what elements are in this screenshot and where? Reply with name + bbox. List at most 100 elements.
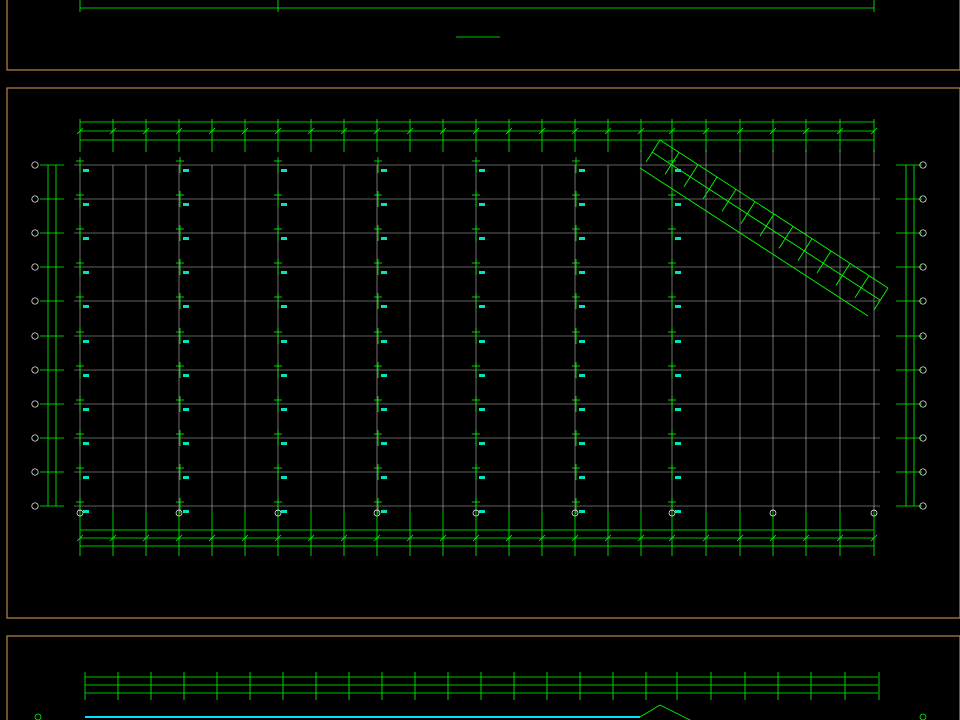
marker-label-block [381,237,387,240]
marker-label-block [83,510,89,513]
marker-label-block [83,476,89,479]
axis-bubble-left [31,229,39,237]
wing-rib [854,275,870,298]
wing-rib [778,226,794,249]
marker-label-block [479,271,485,274]
marker-label-block [579,408,585,411]
marker-label-block [479,203,485,206]
axis-bubble-left [31,366,39,374]
marker-label-block [183,271,189,274]
marker-label-block [479,305,485,308]
marker-label-block [479,374,485,377]
wing-edge-back [639,167,869,317]
marker-label-block [675,442,681,445]
top-sheet-frame [6,0,960,71]
marker-label-block [579,203,585,206]
marker-label-block [675,476,681,479]
marker-label-block [579,476,585,479]
wing-rib [797,238,813,261]
marker-label-block [281,203,287,206]
marker-label-block [83,408,89,411]
wing-rib [835,263,851,286]
axis-bubble-left [31,400,39,408]
wing-rib [740,201,756,224]
marker-label-block [183,237,189,240]
diagonal-wing [639,139,889,317]
wing-rib [873,287,889,311]
marker-label-block [281,374,287,377]
axis-bubble-left [31,502,39,510]
marker-label-block [83,169,89,172]
marker-label-block [281,442,287,445]
axis-bubble-left [34,713,42,720]
marker-label-block [183,408,189,411]
marker-label-block [381,271,387,274]
marker-label-block [281,340,287,343]
sheet-frames [6,0,960,720]
marker-label-block [183,442,189,445]
column-markers [76,157,681,514]
cad-drawing-canvas [6,0,960,720]
marker-label-block [381,203,387,206]
bottom-sheet-frame [6,635,960,720]
marker-label-block [83,203,89,206]
marker-label-block [675,408,681,411]
marker-label-block [579,510,585,513]
marker-label-block [281,169,287,172]
marker-label-block [381,476,387,479]
marker-label-block [83,442,89,445]
axis-bubble-left [31,195,39,203]
marker-label-block [479,169,485,172]
marker-label-block [675,374,681,377]
marker-label-block [579,271,585,274]
marker-label-block [381,305,387,308]
marker-label-block [675,271,681,274]
marker-label-block [183,374,189,377]
marker-label-block [675,305,681,308]
marker-label-block [183,476,189,479]
marker-label-block [281,237,287,240]
top-sheet-content [79,0,875,38]
axis-bubble-left [31,434,39,442]
marker-label-block [579,237,585,240]
marker-label-block [381,510,387,513]
marker-label-block [281,305,287,308]
marker-label-block [579,305,585,308]
marker-label-block [83,340,89,343]
marker-label-block [579,340,585,343]
marker-label-block [183,340,189,343]
marker-label-block [281,408,287,411]
marker-label-block [381,169,387,172]
bottom-sheet-content [34,672,927,720]
marker-label-block [281,510,287,513]
axis-bubble-right [919,713,927,720]
marker-label-block [479,408,485,411]
wing-rib [721,189,737,212]
marker-label-block [479,340,485,343]
wing-edge [659,704,691,720]
marker-label-block [83,305,89,308]
axis-bubble-left [31,297,39,305]
marker-label-block [579,169,585,172]
marker-label-block [281,271,287,274]
marker-label-block [381,442,387,445]
marker-label-block [675,340,681,343]
wing-edge [639,704,661,718]
marker-label-block [381,374,387,377]
axis-bubbles [31,161,927,517]
marker-label-block [281,476,287,479]
marker-label-block [675,510,681,513]
marker-label-block [183,510,189,513]
axis-bubble-left [31,332,39,340]
wing-rib [702,176,718,200]
marker-label-block [675,237,681,240]
marker-label-block [675,203,681,206]
axis-bubble-left [31,161,39,169]
marker-label-block [479,510,485,513]
marker-label-block [675,169,681,172]
marker-label-block [479,442,485,445]
marker-label-block [479,237,485,240]
wing-rib [683,164,699,187]
side-dimension-chains [40,164,922,507]
bottom-dimension-chain [76,512,878,556]
